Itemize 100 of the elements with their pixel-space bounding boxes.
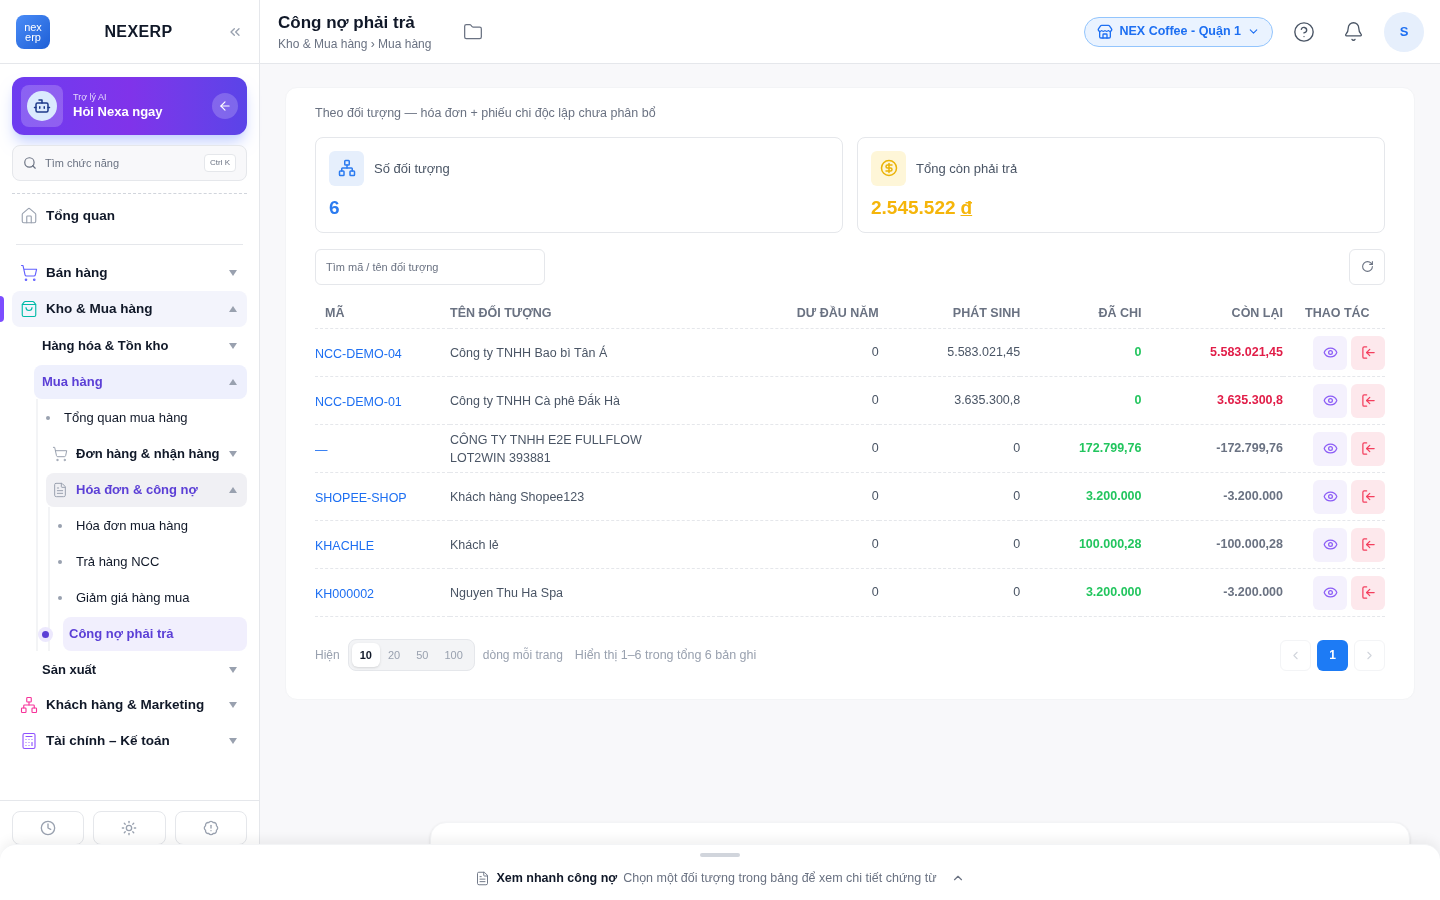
- folder-icon[interactable]: [463, 21, 484, 42]
- logo: nex erp: [16, 14, 50, 49]
- bullet-icon: [46, 416, 50, 420]
- nav-search-field[interactable]: Tìm chức năng Ctrl K: [12, 145, 247, 181]
- exit-button[interactable]: [1351, 335, 1385, 370]
- exit-button[interactable]: [1351, 575, 1385, 610]
- nav-item[interactable]: Bán hàng: [12, 255, 247, 291]
- nav-item[interactable]: Hóa đơn mua hàng: [70, 509, 247, 543]
- caret-icon: [229, 343, 237, 349]
- column-header: CÒN LẠI: [1231, 306, 1283, 321]
- nav-search-input[interactable]: Tìm chức năng: [45, 154, 196, 172]
- nav-item[interactable]: Giảm giá hàng mua: [70, 581, 247, 615]
- assistant-card[interactable]: Trợ lý AI Hỏi Nexa ngay: [12, 77, 247, 135]
- table-cell: 172.799,76: [1078, 441, 1142, 456]
- code-link[interactable]: KH000002: [315, 586, 375, 601]
- caret-icon: [229, 379, 237, 385]
- exit-icon: [1360, 345, 1376, 361]
- view-button[interactable]: [1313, 479, 1347, 514]
- view-button[interactable]: [1313, 431, 1347, 466]
- code-link[interactable]: NCC-DEMO-01: [315, 394, 402, 409]
- table-cell: 100.000,28: [1078, 537, 1142, 552]
- drawer-title: Xem nhanh công nợ: [496, 870, 618, 887]
- caret-icon: [229, 702, 237, 708]
- arrow-left-icon: [212, 93, 238, 119]
- table-cell: 3.200.000: [1085, 585, 1142, 600]
- view-button[interactable]: [1313, 527, 1347, 562]
- store-icon: [1097, 23, 1114, 40]
- clock-icon: [40, 820, 57, 836]
- column-header: DƯ ĐẦU NĂM: [796, 306, 879, 321]
- breadcrumb: Kho & Mua hàng › Mua hàng: [278, 36, 432, 54]
- table-cell: 0: [871, 489, 879, 504]
- nav-item[interactable]: Kho & Mua hàng: [12, 291, 247, 327]
- page-size-option[interactable]: 10: [351, 643, 380, 668]
- nav-item[interactable]: Khách hàng & Marketing: [12, 687, 247, 723]
- refresh-icon: [1360, 260, 1374, 274]
- drag-handle[interactable]: [700, 853, 740, 857]
- stat-label: Số đối tượng: [374, 159, 450, 178]
- column-header: PHÁT SINH: [952, 306, 1021, 321]
- house-icon: [20, 207, 38, 225]
- bell-icon[interactable]: [1343, 21, 1364, 42]
- nav-item[interactable]: Tổng quan: [12, 198, 247, 234]
- assistant-title: Hỏi Nexa ngay: [73, 103, 164, 120]
- table-cell: -100.000,28: [1216, 537, 1283, 552]
- view-button[interactable]: [1313, 335, 1347, 370]
- nav-item[interactable]: Tài chính – Kế toán: [12, 723, 247, 759]
- view-button[interactable]: [1313, 575, 1347, 610]
- nav-item[interactable]: Trả hàng NCC: [70, 545, 247, 579]
- table-cell: 3.200.000: [1085, 489, 1142, 504]
- table-cell: 0: [871, 537, 879, 552]
- page-title: Công nợ phải trả: [278, 11, 416, 34]
- nav-item[interactable]: Công nợ phải trả: [63, 617, 247, 651]
- sun-icon: [121, 820, 138, 836]
- caret-icon: [229, 487, 237, 493]
- nav-item[interactable]: Hóa đơn & công nợ: [46, 473, 247, 507]
- exit-button[interactable]: [1351, 479, 1385, 514]
- bag-icon: [20, 300, 38, 318]
- coin-icon: [871, 150, 906, 186]
- nav-item[interactable]: Hàng hóa & Tồn kho: [34, 329, 247, 363]
- nav-item[interactable]: Đơn hàng & nhận hàng: [46, 437, 247, 471]
- table-cell: 3.635.300,8: [1216, 393, 1283, 408]
- stat-label: Tổng còn phải trả: [916, 159, 1018, 178]
- nav-item[interactable]: Sản xuất: [34, 653, 247, 687]
- eye-icon: [1322, 489, 1338, 505]
- cart-icon: [20, 264, 38, 282]
- exit-button[interactable]: [1351, 527, 1385, 562]
- exit-button[interactable]: [1351, 383, 1385, 418]
- search-icon: [23, 156, 37, 170]
- help-icon[interactable]: [1293, 20, 1315, 43]
- view-button[interactable]: [1313, 383, 1347, 418]
- exit-button[interactable]: [1351, 431, 1385, 466]
- page-button[interactable]: 1: [1317, 639, 1348, 671]
- table-cell: 0: [1013, 585, 1021, 600]
- panel-note: Theo đối tượng — hóa đơn + phiếu chi độc lập chưa phân bổ: [315, 105, 657, 122]
- assistant-caption: Trợ lý AI: [73, 92, 108, 104]
- table-cell: 0: [1013, 441, 1021, 456]
- stat-value: 2.545.522 đ: [871, 195, 974, 220]
- code-link[interactable]: KHACHLE: [315, 538, 375, 553]
- store-selector[interactable]: NEX Coffee - Quận 1: [1084, 16, 1273, 47]
- shortcut-badge: Ctrl K: [204, 154, 236, 172]
- exit-icon: [1360, 585, 1376, 601]
- code-link[interactable]: NCC-DEMO-04: [315, 346, 402, 361]
- page-size-label: Hiện: [315, 647, 340, 665]
- table-cell-text: CÔNG TY TNHH E2E FULLFLOW LOT2WIN 393881: [450, 431, 643, 467]
- refresh-button[interactable]: [1349, 248, 1385, 285]
- exit-icon: [1360, 393, 1376, 409]
- search-field[interactable]: Tìm mã / tên đối tượng: [315, 248, 545, 285]
- code-link[interactable]: —: [315, 442, 328, 457]
- drawer-hint: Chọn một đối tượng trong bảng để xem chi tiết chứng từ: [623, 870, 937, 887]
- caret-icon: [229, 306, 237, 312]
- nav-item[interactable]: Mua hàng: [34, 365, 247, 399]
- alert-icon: [202, 820, 219, 836]
- code-link[interactable]: SHOPEE-SHOP: [315, 490, 407, 505]
- table-cell: 0: [1134, 393, 1142, 408]
- eye-icon: [1322, 441, 1338, 457]
- table-cell: -3.200.000: [1223, 489, 1283, 504]
- nav-item[interactable]: Tổng quan mua hàng: [58, 401, 247, 435]
- record-summary: Hiển thị 1–6 trong tổng 6 bản ghi: [574, 646, 757, 664]
- people-icon: [20, 696, 38, 714]
- table-cell: 0: [1013, 489, 1021, 504]
- user-avatar[interactable]: S: [1384, 11, 1424, 52]
